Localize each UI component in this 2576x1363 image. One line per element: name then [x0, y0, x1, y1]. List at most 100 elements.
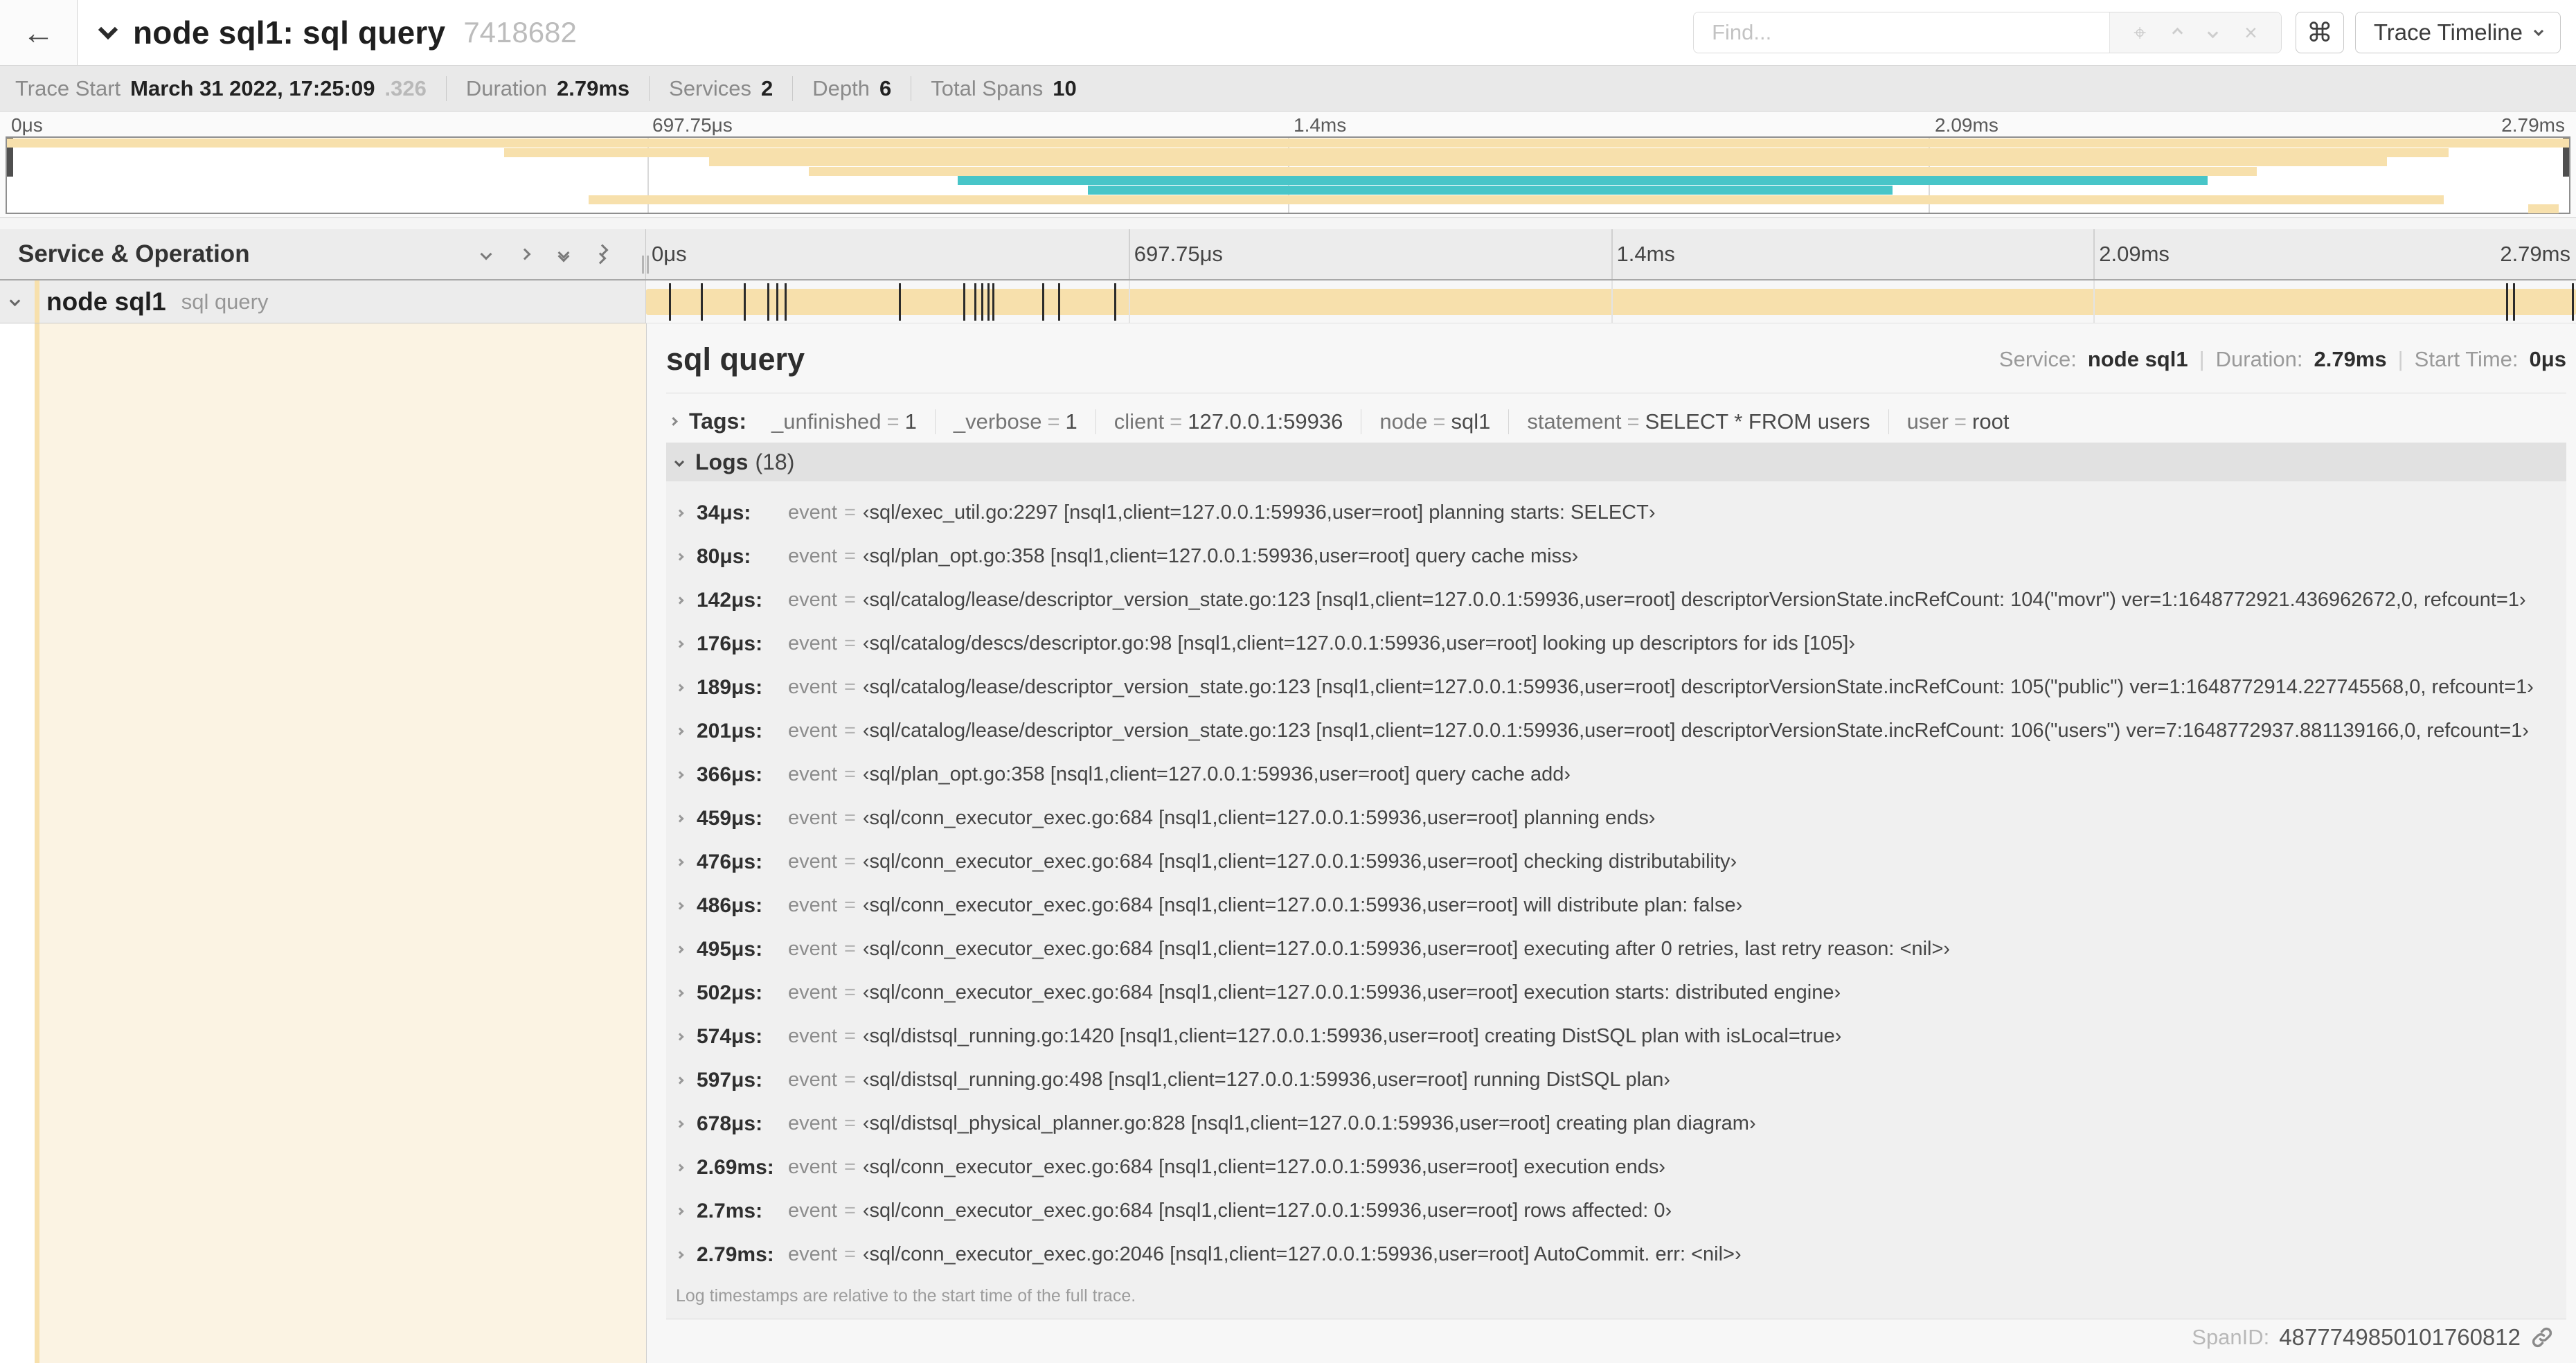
log-marker-tick	[2506, 283, 2509, 321]
find-group: ⌖ ×	[1693, 12, 2282, 53]
log-equals: =	[843, 850, 856, 873]
collapse-all-icon[interactable]	[557, 247, 570, 262]
summary-item: Duration 2.79ms	[445, 75, 629, 101]
log-entry[interactable]: 2.69ms: event = ‹sql/conn_executor_exec.go:…	[666, 1146, 2566, 1189]
log-equals: =	[843, 981, 856, 1004]
tag-item[interactable]: _verbose = 1	[934, 409, 1095, 434]
expand-all-icon[interactable]	[594, 244, 609, 265]
expand-log-icon	[676, 771, 684, 779]
log-entry[interactable]: 80μs: event = ‹sql/plan_opt.go:358 [nsql1,c…	[666, 535, 2566, 578]
find-buttons: ⌖ ×	[2109, 12, 2281, 53]
next-match-icon[interactable]	[2207, 27, 2219, 38]
find-input[interactable]	[1694, 12, 2110, 53]
gridline	[1611, 280, 1613, 323]
column-resizer[interactable]	[642, 256, 649, 274]
logs-header[interactable]: Logs (18)	[666, 442, 2566, 482]
tag-equals: =	[1627, 409, 1640, 434]
tag-item[interactable]: node = sql1	[1361, 409, 1508, 434]
axis-label: 2.79ms	[2501, 114, 2565, 136]
log-entry[interactable]: 176μs: event = ‹sql/catalog/descs/descripto…	[666, 622, 2566, 666]
log-entry[interactable]: 678μs: event = ‹sql/distsql_physical_planne…	[666, 1102, 2566, 1146]
log-entry[interactable]: 459μs: event = ‹sql/conn_executor_exec.go:6…	[666, 796, 2566, 840]
log-field-value: ‹sql/conn_executor_exec.go:684 [nsql1,cl…	[862, 981, 1841, 1004]
tag-equals: =	[1170, 409, 1183, 434]
log-entry[interactable]: 2.79ms: event = ‹sql/conn_executor_exec.go:…	[666, 1233, 2566, 1276]
log-field-key: event	[788, 545, 837, 568]
span-id-label: SpanID:	[2192, 1324, 2270, 1349]
collapse-one-icon[interactable]	[480, 248, 492, 260]
gridline	[1128, 229, 1130, 279]
log-field-value: ‹sql/conn_executor_exec.go:684 [nsql1,cl…	[862, 1156, 1666, 1179]
tags-label: Tags:	[689, 409, 746, 434]
log-entry[interactable]: 34μs: event = ‹sql/exec_util.go:2297 [nsql1…	[666, 491, 2566, 535]
tag-value: 1	[904, 409, 917, 434]
log-equals: =	[843, 1156, 856, 1179]
start-time-value: 0μs	[2529, 347, 2566, 372]
log-entry[interactable]: 597μs: event = ‹sql/distsql_running.go:498 …	[666, 1058, 2566, 1102]
log-marker-tick	[974, 283, 977, 321]
tags-row[interactable]: Tags: _unfinished = 1 _verbose = 1 client = 127.…	[666, 400, 2566, 442]
log-entry[interactable]: 476μs: event = ‹sql/conn_executor_exec.go:6…	[666, 840, 2566, 884]
log-entry[interactable]: 366μs: event = ‹sql/plan_opt.go:358 [nsql1,…	[666, 753, 2566, 796]
prev-match-icon[interactable]	[2172, 27, 2183, 38]
minimap-span-bar	[708, 157, 2388, 167]
clear-find-icon[interactable]: ×	[2244, 21, 2257, 44]
log-timestamp: 495μs:	[697, 937, 763, 961]
span-row[interactable]: node sql1 sql query	[0, 280, 2576, 323]
collapse-trace-icon[interactable]	[98, 19, 118, 40]
log-marker-tick	[987, 283, 990, 321]
tag-item[interactable]: _unfinished = 1	[753, 409, 935, 434]
span-name-cell[interactable]: node sql1 sql query	[0, 280, 646, 323]
tag-key: client	[1113, 409, 1165, 434]
tag-item[interactable]: user = root	[1888, 409, 2028, 434]
expand-log-icon	[676, 902, 684, 910]
tag-key: _verbose	[953, 409, 1042, 434]
log-field-key: event	[788, 850, 837, 873]
tag-value: SELECT * FROM users	[1645, 409, 1870, 434]
log-marker-tick	[1042, 283, 1045, 321]
tag-item[interactable]: statement = SELECT * FROM users	[1508, 409, 1888, 434]
log-entry[interactable]: 502μs: event = ‹sql/conn_executor_exec.go:6…	[666, 971, 2566, 1015]
log-entry[interactable]: 189μs: event = ‹sql/catalog/lease/descripto…	[666, 666, 2566, 709]
log-equals: =	[843, 501, 856, 524]
meta-separator: |	[2199, 347, 2205, 372]
log-entry[interactable]: 201μs: event = ‹sql/catalog/lease/descripto…	[666, 709, 2566, 753]
service-value: node sql1	[2087, 347, 2188, 372]
expand-one-icon[interactable]	[519, 248, 531, 260]
trace-view-select[interactable]: Trace Timeline	[2354, 12, 2561, 53]
deep-link-icon[interactable]	[2530, 1326, 2554, 1349]
log-equals: =	[843, 676, 856, 699]
expand-log-icon	[676, 1251, 684, 1259]
tag-item[interactable]: client = 127.0.0.1:59936	[1095, 409, 1361, 434]
log-entry[interactable]: 495μs: event = ‹sql/conn_executor_exec.go:6…	[666, 927, 2566, 971]
tag-equals: =	[886, 409, 900, 434]
logs-count: (18)	[755, 449, 795, 474]
axis-label: 697.75μs	[1134, 242, 1223, 266]
span-meta: Service: node sql1 | Duration: 2.79ms | …	[1999, 347, 2566, 372]
locate-icon[interactable]: ⌖	[2134, 21, 2146, 44]
log-entry[interactable]: 486μs: event = ‹sql/conn_executor_exec.go:6…	[666, 884, 2566, 927]
summary-item: Depth 6	[792, 75, 892, 101]
log-entry[interactable]: 574μs: event = ‹sql/distsql_running.go:1420…	[666, 1015, 2566, 1058]
gridline	[1611, 229, 1613, 279]
tag-key: user	[1906, 409, 1949, 434]
log-field-value: ‹sql/distsql_running.go:498 [nsql1,clien…	[862, 1069, 1671, 1092]
log-timestamp: 142μs:	[697, 588, 763, 612]
tag-value: root	[1972, 409, 2010, 434]
timeline-minimap: 0μs 697.75μs 1.4ms 2.09ms 2.79ms	[0, 112, 2576, 218]
expand-log-icon	[676, 727, 684, 736]
span-track[interactable]	[646, 280, 2576, 323]
collapse-span-icon[interactable]	[9, 295, 21, 308]
back-button[interactable]: ←	[0, 0, 78, 65]
log-marker-tick	[898, 283, 901, 321]
log-field-key: event	[788, 501, 837, 524]
expand-log-icon	[676, 1164, 684, 1172]
minimap-span-bar	[7, 139, 2569, 148]
log-entry[interactable]: 2.7ms: event = ‹sql/conn_executor_exec.go:6…	[666, 1189, 2566, 1233]
keyboard-shortcuts-button[interactable]: ⌘	[2295, 12, 2344, 53]
log-entry[interactable]: 142μs: event = ‹sql/catalog/lease/descripto…	[666, 578, 2566, 622]
minimap-canvas[interactable]	[6, 136, 2570, 214]
summary-item-label: Trace Start	[15, 75, 121, 100]
summary-item-value: 6	[879, 75, 892, 100]
log-timestamp: 176μs:	[697, 632, 763, 655]
